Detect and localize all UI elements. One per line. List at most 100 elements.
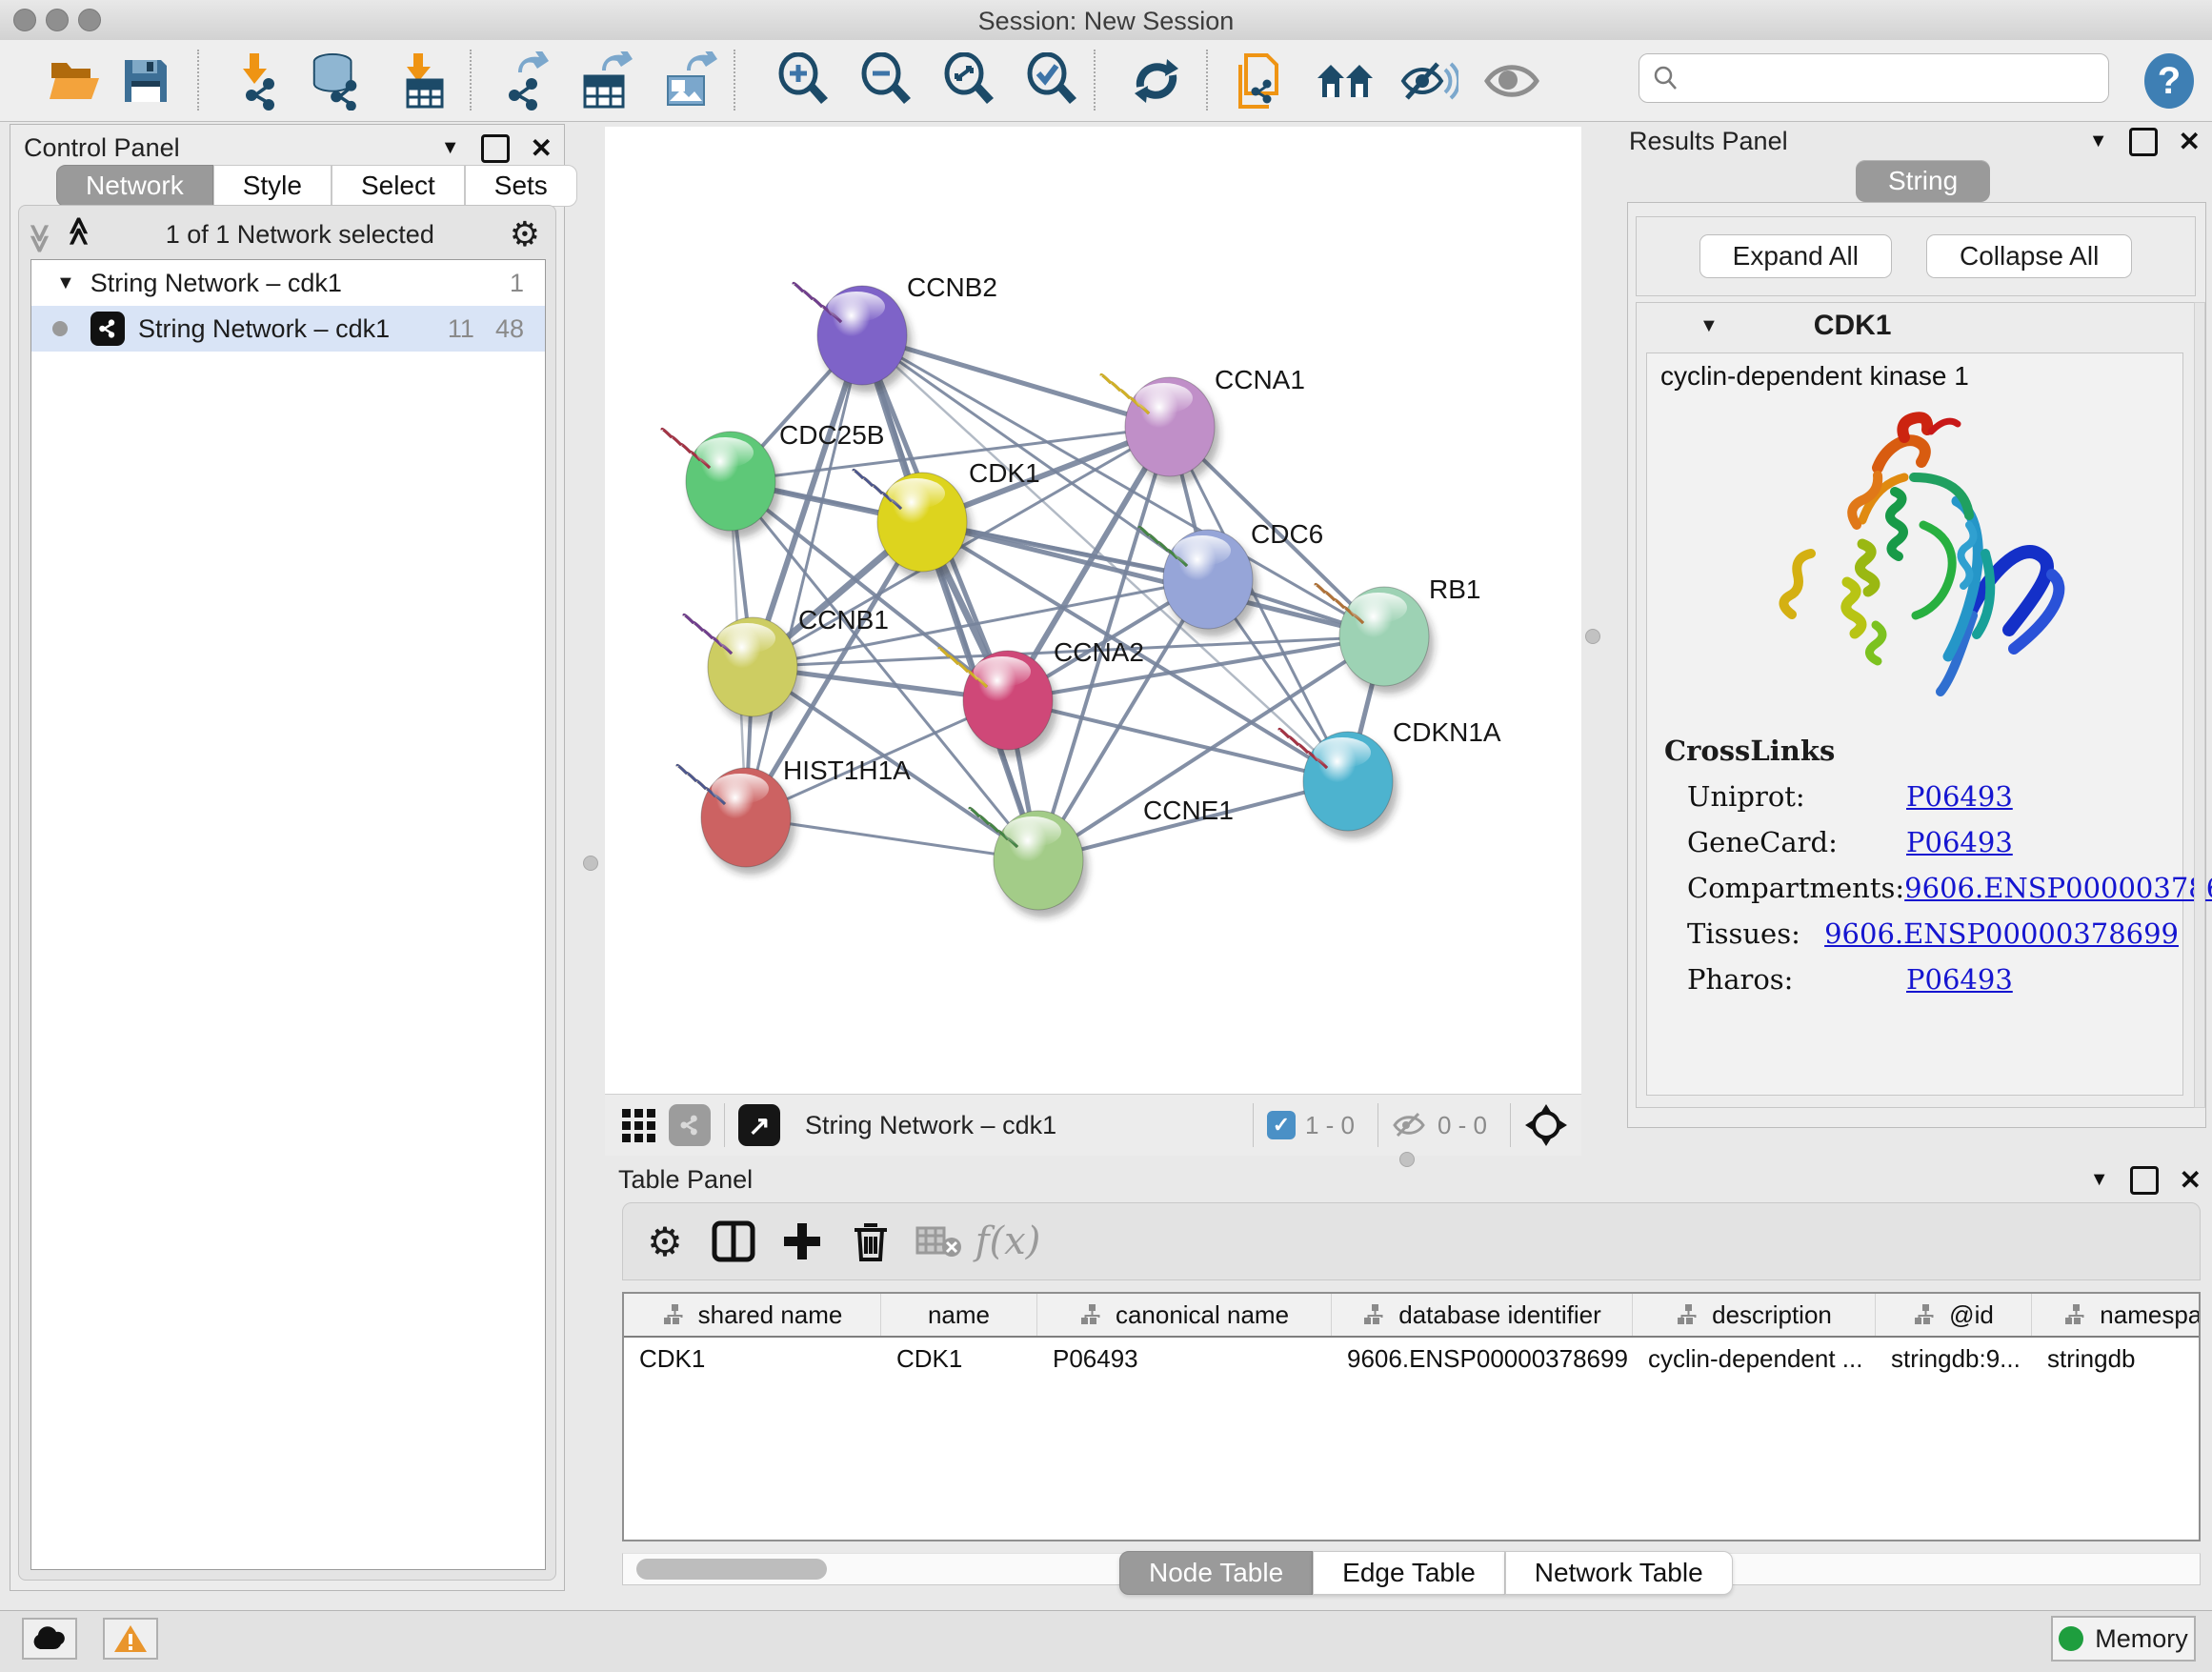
expand-all-networks-icon[interactable]: ≫ bbox=[63, 223, 96, 245]
float-panel-icon[interactable] bbox=[2130, 1166, 2159, 1195]
memory-button[interactable]: Memory bbox=[2051, 1616, 2196, 1662]
node-label-CCNA1: CCNA1 bbox=[1215, 365, 1305, 394]
hidden-eye-icon[interactable] bbox=[1392, 1111, 1428, 1139]
network-node-HIST1H1A[interactable] bbox=[677, 765, 795, 875]
import-network-from-database-icon[interactable] bbox=[307, 51, 366, 111]
network-node-CCNA1[interactable] bbox=[1101, 374, 1219, 484]
string-network-icon bbox=[90, 312, 125, 346]
zoom-out-icon[interactable] bbox=[856, 51, 915, 111]
crosslink-link[interactable]: 9606.ENSP00000378699 bbox=[1824, 917, 2179, 950]
column-header-shared-name[interactable]: shared name bbox=[624, 1294, 881, 1336]
collection-expand-icon[interactable]: ▼ bbox=[56, 272, 75, 294]
table-cell[interactable]: CDK1 bbox=[624, 1338, 881, 1380]
table-row[interactable]: CDK1CDK1P064939606.ENSP00000378699cyclin… bbox=[624, 1338, 2199, 1380]
export-image-icon[interactable] bbox=[659, 51, 718, 111]
expand-all-button[interactable]: Expand All bbox=[1699, 234, 1892, 278]
view-grid-icon[interactable] bbox=[622, 1109, 655, 1142]
column-header-namespace[interactable]: namespace bbox=[2032, 1294, 2201, 1336]
cloud-status-button[interactable] bbox=[22, 1618, 77, 1660]
gene-expand-icon[interactable]: ▼ bbox=[1699, 315, 1719, 337]
zoom-in-icon[interactable] bbox=[774, 51, 833, 111]
crosslink-row: GeneCard:P06493 bbox=[1687, 826, 2179, 858]
warning-status-button[interactable] bbox=[103, 1618, 158, 1660]
splitter-handle[interactable] bbox=[1585, 629, 1600, 644]
string-import-documents-icon[interactable] bbox=[1231, 51, 1290, 111]
tab-sets[interactable]: Sets bbox=[465, 165, 577, 207]
collapse-all-button[interactable]: Collapse All bbox=[1926, 234, 2132, 278]
network-node-CCNA2[interactable] bbox=[939, 648, 1057, 757]
column-header-name[interactable]: name bbox=[881, 1294, 1037, 1336]
create-column-icon[interactable] bbox=[775, 1215, 829, 1268]
zoom-selected-icon[interactable] bbox=[1022, 51, 1081, 111]
delete-table-icon[interactable] bbox=[913, 1215, 966, 1268]
column-header-description[interactable]: description bbox=[1633, 1294, 1876, 1336]
network-overview-icon[interactable] bbox=[669, 1104, 711, 1146]
network-collection-row[interactable]: ▼ String Network – cdk1 1 bbox=[31, 260, 545, 306]
homes-icon[interactable] bbox=[1316, 51, 1375, 111]
detach-view-icon[interactable]: ↗ bbox=[738, 1104, 780, 1146]
network-node-CCNB1[interactable] bbox=[684, 614, 802, 724]
gene-section-header[interactable]: ▼ CDK1 bbox=[1637, 303, 2195, 349]
network-node-CDKN1A[interactable] bbox=[1279, 729, 1398, 838]
help-button[interactable]: ? bbox=[2142, 51, 2197, 111]
crosslink-link[interactable]: 9606.ENSP00000378699 bbox=[1904, 872, 2212, 904]
tab-style[interactable]: Style bbox=[213, 165, 332, 207]
network-node-CCNB2[interactable] bbox=[794, 283, 912, 393]
export-table-icon[interactable] bbox=[576, 51, 635, 111]
tab-string[interactable]: String bbox=[1856, 160, 1990, 202]
table-cell[interactable]: CDK1 bbox=[881, 1338, 1037, 1380]
network-options-gear-icon[interactable]: ⚙ bbox=[510, 214, 540, 254]
float-panel-icon[interactable] bbox=[2129, 128, 2158, 156]
selected-indicator-checkbox[interactable]: ✓ bbox=[1267, 1111, 1296, 1139]
tab-network-table[interactable]: Network Table bbox=[1505, 1551, 1733, 1595]
function-builder-icon[interactable]: f(x) bbox=[981, 1215, 1035, 1268]
panel-menu-icon[interactable]: ▼ bbox=[2090, 1169, 2109, 1191]
panel-menu-icon[interactable]: ▼ bbox=[2089, 131, 2108, 152]
panel-menu-icon[interactable]: ▼ bbox=[441, 137, 460, 159]
network-canvas[interactable]: CCNB2CCNA1CDC25BCDK1CDC6RB1CCNB1CCNA2CDK… bbox=[605, 127, 1581, 1094]
save-session-icon[interactable] bbox=[116, 51, 175, 111]
table-cell[interactable]: stringdb bbox=[2032, 1338, 2201, 1380]
crosslink-link[interactable]: P06493 bbox=[1906, 780, 2013, 813]
crosslink-link[interactable]: P06493 bbox=[1906, 826, 2013, 858]
tab-node-table[interactable]: Node Table bbox=[1119, 1551, 1313, 1595]
table-cell[interactable]: P06493 bbox=[1037, 1338, 1332, 1380]
hide-glass-eye-icon[interactable] bbox=[1399, 51, 1458, 111]
fit-content-crosshair-icon[interactable] bbox=[1524, 1103, 1568, 1147]
delete-column-icon[interactable] bbox=[844, 1215, 897, 1268]
show-columns-icon[interactable] bbox=[707, 1215, 760, 1268]
tab-edge-table[interactable]: Edge Table bbox=[1313, 1551, 1505, 1595]
tab-network[interactable]: Network bbox=[56, 165, 213, 207]
column-header-@id[interactable]: @id bbox=[1876, 1294, 2032, 1336]
refresh-icon[interactable] bbox=[1127, 51, 1186, 111]
table-options-gear-icon[interactable]: ⚙ bbox=[638, 1215, 692, 1268]
crosslink-link[interactable]: P06493 bbox=[1906, 963, 2013, 996]
close-panel-icon[interactable]: ✕ bbox=[2179, 126, 2201, 157]
search-box[interactable] bbox=[1639, 53, 2109, 103]
import-table-icon[interactable] bbox=[392, 51, 452, 111]
network-node-CCNE1[interactable] bbox=[970, 808, 1088, 917]
close-panel-icon[interactable]: ✕ bbox=[2180, 1164, 2202, 1196]
network-selection-status: 1 of 1 Network selected bbox=[90, 220, 510, 250]
zoom-fit-icon[interactable] bbox=[939, 51, 998, 111]
splitter-handle[interactable] bbox=[583, 856, 598, 871]
export-network-icon[interactable] bbox=[493, 51, 553, 111]
close-panel-icon[interactable]: ✕ bbox=[531, 132, 553, 164]
float-panel-icon[interactable] bbox=[481, 134, 510, 163]
table-cell[interactable]: 9606.ENSP00000378699 bbox=[1332, 1338, 1633, 1380]
scrollbar-thumb[interactable] bbox=[636, 1559, 827, 1580]
column-header-database-identifier[interactable]: database identifier bbox=[1332, 1294, 1633, 1336]
import-network-icon[interactable] bbox=[227, 51, 286, 111]
table-cell[interactable]: stringdb:9... bbox=[1876, 1338, 2032, 1380]
table-cell[interactable]: cyclin-dependent ... bbox=[1633, 1338, 1876, 1380]
results-scrollbar[interactable] bbox=[2194, 302, 2205, 1108]
eye-icon[interactable] bbox=[1482, 51, 1541, 111]
search-input[interactable] bbox=[1679, 63, 2083, 94]
control-panel-tabs: NetworkStyleSelectSets bbox=[56, 165, 577, 207]
collapse-all-networks-icon[interactable]: ≫ bbox=[23, 223, 56, 245]
network-row[interactable]: String Network – cdk1 11 48 bbox=[31, 306, 545, 352]
open-session-icon[interactable] bbox=[46, 51, 105, 111]
tab-select[interactable]: Select bbox=[332, 165, 465, 207]
column-header-canonical-name[interactable]: canonical name bbox=[1037, 1294, 1332, 1336]
node-table[interactable]: shared namenamecanonical namedatabase id… bbox=[622, 1292, 2201, 1541]
